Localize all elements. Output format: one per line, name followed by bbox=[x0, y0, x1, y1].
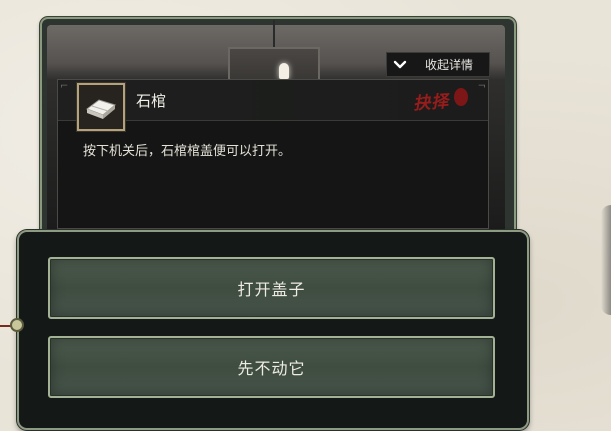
right-edge-shadow bbox=[601, 205, 611, 315]
collapse-details-label: 收起详情 bbox=[425, 58, 474, 72]
item-description: 按下机关后，石棺棺盖便可以打开。 bbox=[83, 144, 292, 159]
chevron-down-icon bbox=[387, 60, 413, 70]
leave-it-label: 先不动它 bbox=[237, 359, 306, 378]
item-info-card: ⌐ ¬ 石棺 抉择 按下机关后，石棺棺盖便可以打开。 bbox=[57, 79, 489, 229]
choice-stamp: 抉择 bbox=[412, 91, 450, 115]
open-lid-button[interactable]: 打开盖子 bbox=[48, 257, 495, 319]
scene-hanging-rope bbox=[273, 20, 275, 50]
ink-blot-icon bbox=[454, 88, 468, 106]
stone-coffin-icon bbox=[77, 83, 125, 131]
item-name: 石棺 bbox=[136, 92, 167, 110]
corner-ornament-icon: ¬ bbox=[477, 81, 486, 92]
corner-ornament-icon: ⌐ bbox=[60, 81, 69, 92]
collapse-details-button[interactable]: 收起详情 bbox=[386, 52, 490, 77]
scene-light-icon bbox=[279, 63, 289, 79]
open-lid-label: 打开盖子 bbox=[237, 280, 306, 299]
leave-it-button[interactable]: 先不动它 bbox=[48, 336, 495, 398]
connector-node-icon bbox=[10, 318, 24, 332]
